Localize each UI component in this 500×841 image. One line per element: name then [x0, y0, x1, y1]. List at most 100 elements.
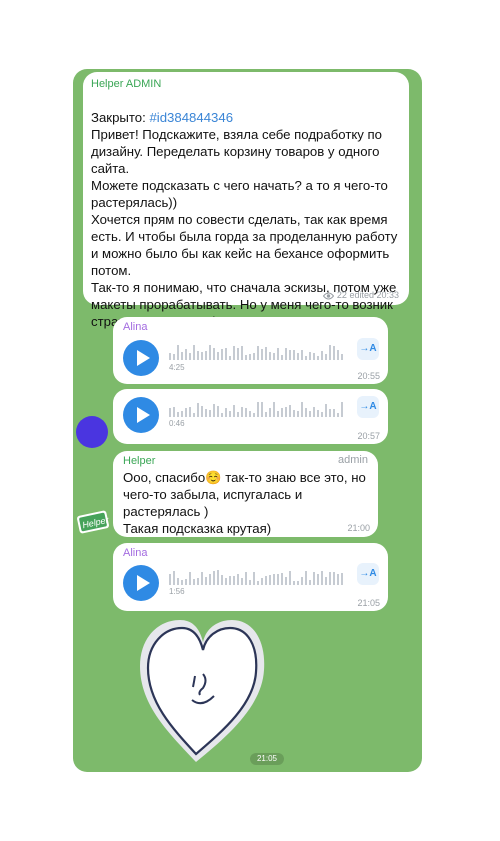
- message-text: Ооо, спасибо☺️ так-то знаю все это, но ч…: [123, 470, 366, 536]
- waveform-bar: [217, 570, 219, 585]
- waveform-bar: [273, 402, 275, 417]
- waveform-bar: [297, 411, 299, 417]
- waveform-bar: [193, 413, 195, 417]
- waveform-bar: [225, 408, 227, 417]
- waveform-bar: [261, 578, 263, 585]
- waveform-bar: [337, 574, 339, 585]
- waveform-bar: [281, 355, 283, 360]
- admin-badge: admin: [338, 454, 368, 466]
- waveform-bar: [317, 574, 319, 585]
- waveform-bar: [233, 405, 235, 417]
- waveform-bar: [221, 349, 223, 360]
- waveform-bar: [209, 410, 211, 417]
- waveform-bar: [301, 402, 303, 417]
- waveform-bar: [281, 573, 283, 585]
- waveform-bar: [181, 352, 183, 360]
- waveform-bar: [337, 350, 339, 360]
- waveform-bar: [249, 580, 251, 585]
- waveform-bar: [337, 413, 339, 417]
- waveform-bar: [325, 354, 327, 360]
- waveform-bar: [317, 410, 319, 417]
- waveform-bar: [245, 572, 247, 585]
- waveform-bar: [257, 346, 259, 360]
- waveform-bar: [245, 408, 247, 417]
- waveform-bar: [309, 411, 311, 417]
- waveform-bar: [221, 575, 223, 585]
- edited-time: edited 20:33: [349, 290, 399, 300]
- waveform-bar: [341, 573, 343, 585]
- waveform-bar: [249, 354, 251, 360]
- waveform-bar: [309, 352, 311, 360]
- waveform-bar: [333, 346, 335, 360]
- waveform-bar: [201, 352, 203, 360]
- transcribe-button[interactable]: →A: [357, 563, 379, 585]
- sender-name: Helper ADMIN: [91, 78, 162, 90]
- voice-message-alina-1[interactable]: Alina 4:25 →A 20:55: [113, 317, 388, 384]
- waveform-bar: [233, 576, 235, 585]
- waveform-bar: [177, 345, 179, 360]
- waveform-bar: [229, 411, 231, 417]
- waveform-bar: [329, 409, 331, 417]
- waveform-bar: [273, 353, 275, 360]
- waveform-bar: [205, 577, 207, 585]
- message-time: 21:00: [347, 523, 370, 533]
- waveform-bar: [329, 572, 331, 585]
- transcribe-button[interactable]: →A: [357, 338, 379, 360]
- waveform-bar: [189, 353, 191, 360]
- waveform-bar: [217, 352, 219, 360]
- waveform-bar: [185, 408, 187, 417]
- waveform-bar: [237, 574, 239, 585]
- waveform-bar: [269, 352, 271, 360]
- play-button[interactable]: [123, 340, 159, 376]
- waveform-bar: [185, 349, 187, 360]
- ticket-id-link[interactable]: #id384844346: [149, 110, 233, 125]
- waveform-bar: [257, 581, 259, 585]
- waveform-bar: [225, 578, 227, 585]
- waveform-bar: [189, 407, 191, 417]
- waveform-bar: [193, 345, 195, 360]
- heart-face-sticker-icon[interactable]: [136, 614, 270, 770]
- waveform: [169, 570, 343, 585]
- waveform-bar: [305, 408, 307, 417]
- sender-name: Alina: [123, 321, 148, 333]
- sticker-time: 21:05: [250, 753, 284, 765]
- waveform-bar: [249, 411, 251, 417]
- waveform-bar: [273, 574, 275, 585]
- message-bubble-helper-admin[interactable]: Helper ADMIN Закрыто: #id384844346 Приве…: [83, 72, 409, 329]
- waveform-bar: [181, 580, 183, 585]
- waveform: [169, 402, 343, 417]
- play-button[interactable]: [123, 397, 159, 433]
- waveform-bar: [213, 571, 215, 585]
- waveform-bar: [237, 412, 239, 417]
- voice-message-alina-3[interactable]: Alina 1:56 →A 21:05: [113, 543, 388, 611]
- waveform-bar: [301, 577, 303, 585]
- waveform-bar: [313, 407, 315, 417]
- waveform-bar: [293, 581, 295, 585]
- waveform-bar: [281, 408, 283, 417]
- avatar[interactable]: [76, 416, 108, 448]
- waveform-bar: [253, 353, 255, 360]
- waveform-bar: [257, 402, 259, 417]
- waveform-bar: [193, 579, 195, 585]
- waveform-bar: [205, 409, 207, 417]
- waveform-bar: [169, 353, 171, 360]
- waveform-bar: [173, 407, 175, 417]
- transcribe-button[interactable]: →A: [357, 396, 379, 418]
- waveform-bar: [181, 411, 183, 417]
- waveform-bar: [285, 577, 287, 585]
- waveform-bar: [169, 574, 171, 585]
- message-bubble-helper[interactable]: Helper admin Ооо, спасибо☺️ так-то знаю …: [113, 451, 378, 537]
- waveform-bar: [229, 576, 231, 585]
- waveform-bar: [201, 406, 203, 417]
- waveform-bar: [309, 580, 311, 585]
- waveform-bar: [209, 345, 211, 360]
- waveform-bar: [261, 349, 263, 360]
- waveform-bar: [177, 578, 179, 585]
- waveform-bar: [221, 413, 223, 417]
- waveform-bar: [173, 571, 175, 585]
- waveform-bar: [305, 356, 307, 360]
- waveform-bar: [289, 405, 291, 417]
- voice-message-alina-2[interactable]: 0:46 →A 20:57: [113, 389, 388, 444]
- waveform-bar: [269, 408, 271, 417]
- play-button[interactable]: [123, 565, 159, 601]
